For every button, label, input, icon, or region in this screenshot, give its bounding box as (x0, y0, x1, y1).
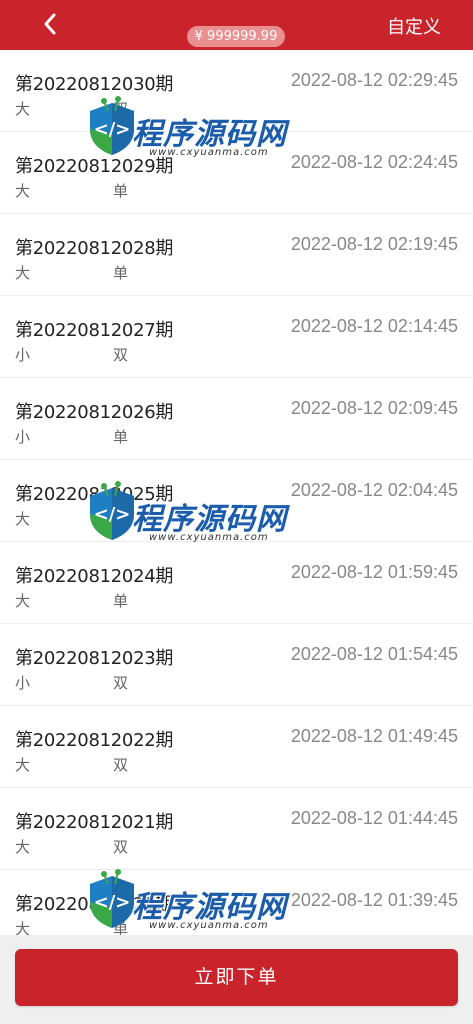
period-number: 第20220812020期 (15, 894, 174, 915)
draw-time: 2022-08-12 02:14:45 (290, 316, 458, 336)
period-number: 第20220812027期 (15, 320, 174, 341)
footer-bar: 立即下单 (0, 935, 473, 1024)
period-number: 第20220812028期 (15, 238, 174, 259)
top-bar: ¥ 999999.99 自定义 (0, 0, 473, 50)
list-item[interactable]: 第20220812023期 2022-08-12 01:54:45 小 双 (0, 624, 473, 706)
draw-time: 2022-08-12 01:54:45 (290, 644, 458, 664)
chevron-left-icon (44, 13, 56, 35)
size-result: 大 (15, 592, 31, 610)
draw-time: 2022-08-12 01:59:45 (290, 562, 458, 582)
size-result: 大 (15, 264, 31, 282)
draw-time: 2022-08-12 01:44:45 (290, 808, 458, 828)
period-number: 第20220812026期 (15, 402, 174, 423)
list-item[interactable]: 第20220812028期 2022-08-12 02:19:45 大 单 (0, 214, 473, 296)
parity-result: 双 (113, 838, 129, 856)
list-item[interactable]: 第20220812024期 2022-08-12 01:59:45 大 单 (0, 542, 473, 624)
period-number: 第20220812025期 (15, 484, 174, 505)
custom-button[interactable]: 自定义 (387, 13, 441, 39)
list-item[interactable]: 第20220812022期 2022-08-12 01:49:45 大 双 (0, 706, 473, 788)
back-button[interactable] (34, 8, 66, 40)
draw-time: 2022-08-12 02:04:45 (290, 480, 458, 500)
size-result: 小 (15, 674, 31, 692)
draw-time: 2022-08-12 02:29:45 (290, 70, 458, 90)
draw-time: 2022-08-12 02:09:45 (290, 398, 458, 418)
parity-result: 单 (113, 592, 129, 610)
list-item[interactable]: 第20220812029期 2022-08-12 02:24:45 大 单 (0, 132, 473, 214)
parity-result: 双 (113, 346, 129, 364)
size-result: 大 (15, 100, 31, 118)
list-item[interactable]: 第20220812026期 2022-08-12 02:09:45 小 单 (0, 378, 473, 460)
period-number: 第20220812029期 (15, 156, 174, 177)
period-number: 第20220812022期 (15, 730, 174, 751)
parity-result: 双 (113, 674, 129, 692)
draw-time: 2022-08-12 01:39:45 (290, 890, 458, 910)
order-now-button[interactable]: 立即下单 (15, 949, 458, 1006)
list-item[interactable]: 第20220812021期 2022-08-12 01:44:45 大 双 (0, 788, 473, 870)
parity-result: 单 (113, 428, 129, 446)
size-result: 大 (15, 182, 31, 200)
draw-time: 2022-08-12 01:49:45 (290, 726, 458, 746)
period-number: 第20220812023期 (15, 648, 174, 669)
list-item[interactable]: 第20220812030期 2022-08-12 02:29:45 大 双 (0, 50, 473, 132)
draw-time: 2022-08-12 02:24:45 (290, 152, 458, 172)
period-number: 第20220812024期 (15, 566, 174, 587)
list-item[interactable]: 第20220812027期 2022-08-12 02:14:45 小 双 (0, 296, 473, 378)
parity-result: 双 (113, 756, 129, 774)
size-result: 大 (15, 510, 31, 528)
size-result: 大 (15, 838, 31, 856)
draw-record-list: 第20220812030期 2022-08-12 02:29:45 大 双 第2… (0, 50, 473, 952)
size-result: 小 (15, 428, 31, 446)
balance-badge: ¥ 999999.99 (187, 26, 285, 47)
size-result: 小 (15, 346, 31, 364)
size-result: 大 (15, 756, 31, 774)
period-number: 第20220812030期 (15, 74, 174, 95)
period-number: 第20220812021期 (15, 812, 174, 833)
parity-result: 单 (113, 182, 129, 200)
draw-time: 2022-08-12 02:19:45 (290, 234, 458, 254)
parity-result: 单 (113, 264, 129, 282)
list-item[interactable]: 第20220812025期 2022-08-12 02:04:45 大 (0, 460, 473, 542)
parity-result: 双 (113, 100, 129, 118)
